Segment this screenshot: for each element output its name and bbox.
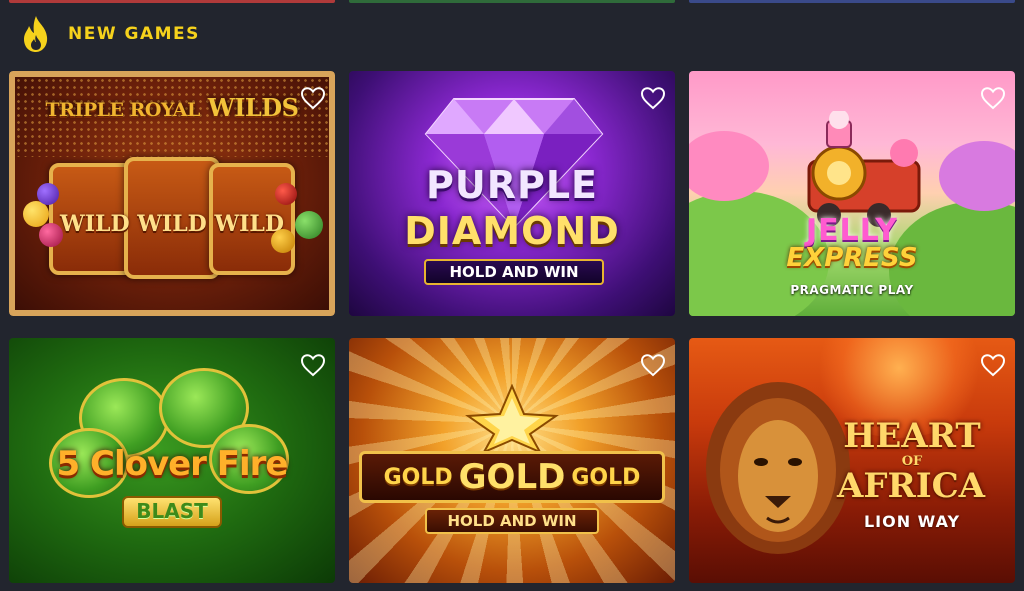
favorite-button[interactable] (639, 352, 667, 378)
star-graphic (465, 384, 559, 454)
heart-outline-icon (640, 87, 666, 110)
hold-and-win-badge: HOLD AND WIN (425, 508, 599, 534)
heart-outline-icon (300, 87, 326, 110)
game-title: TRIPLE ROYAL WILDS (45, 93, 299, 122)
game-thumbnail: PURPLE DIAMOND HOLD AND WIN (349, 71, 675, 316)
blast-badge: BLAST (122, 496, 222, 528)
game-tile-gold-gold-gold[interactable]: GOLD GOLD GOLD HOLD AND WIN (349, 338, 675, 583)
previous-row-edge (0, 0, 1024, 4)
game-thumbnail: TRIPLE ROYAL WILDS WILD WILD WILD (9, 71, 335, 316)
game-tile-purple-diamond[interactable]: PURPLE DIAMOND HOLD AND WIN (349, 71, 675, 316)
section-title: NEW GAMES (68, 24, 200, 44)
game-thumbnail: 5 Clover Fire BLAST (9, 338, 335, 583)
heart-outline-icon (640, 354, 666, 377)
game-title-line1: HEART (843, 416, 981, 456)
heart-outline-icon (980, 87, 1006, 110)
favorite-button[interactable] (299, 352, 327, 378)
hold-and-win-badge: HOLD AND WIN (424, 259, 604, 285)
game-title-line2: AFRICA (836, 466, 986, 506)
heart-outline-icon (300, 354, 326, 377)
game-subtitle: LION WAY (863, 512, 961, 531)
game-tile-triple-royal-wilds[interactable]: TRIPLE ROYAL WILDS WILD WILD WILD (9, 71, 335, 316)
game-thumbnail: HEART OF AFRICA LION WAY (689, 338, 1015, 583)
favorite-button[interactable] (639, 85, 667, 111)
heart-outline-icon (980, 354, 1006, 377)
gold-banner: GOLD GOLD GOLD (359, 451, 665, 503)
flame-icon (24, 16, 48, 52)
game-thumbnail: GOLD GOLD GOLD HOLD AND WIN (349, 338, 675, 583)
game-title-line2: EXPRESS (786, 243, 918, 273)
game-thumbnail: JELLY EXPRESS PRAGMATIC PLAY (689, 71, 1015, 316)
game-tile-heart-of-africa[interactable]: HEART OF AFRICA LION WAY (689, 338, 1015, 583)
game-title: 5 Clover Fire (56, 444, 289, 484)
game-tile-5-clover-fire-blast[interactable]: 5 Clover Fire BLAST (9, 338, 335, 583)
game-title-line2: DIAMOND (404, 209, 620, 253)
section-header: NEW GAMES (20, 14, 200, 54)
provider-label: PRAGMATIC PLAY (790, 283, 914, 297)
favorite-button[interactable] (979, 85, 1007, 111)
game-tile-jelly-express[interactable]: JELLY EXPRESS PRAGMATIC PLAY (689, 71, 1015, 316)
game-title-line1: PURPLE (426, 163, 598, 207)
favorite-button[interactable] (299, 85, 327, 111)
favorite-button[interactable] (979, 352, 1007, 378)
